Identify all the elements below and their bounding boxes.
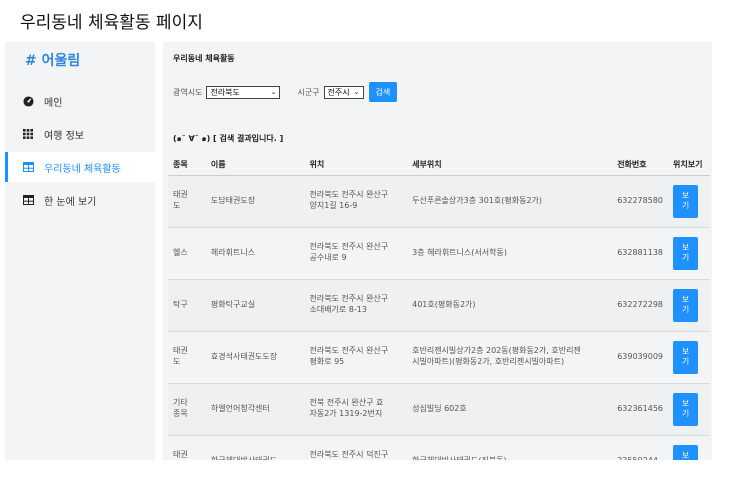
grid-icon bbox=[22, 128, 34, 140]
table-row: 태권 도 도담태권도장 전라북도 전주시 완산구 양지1길 16-9 두산푸른솔상가3… bbox=[168, 175, 710, 228]
column-header: 위치 bbox=[304, 155, 408, 176]
location-cell: 전라북도 전주시 덕진구 송정이로 47 bbox=[304, 435, 408, 460]
view-location-button[interactable]: 보 기 bbox=[673, 444, 698, 460]
facility-name-cell: 효경석사태권도도장 bbox=[205, 331, 305, 384]
main-panel: 우리동네 체육활동 광역시도 전라북도 ⌄ 시군구 전주시 ⌄ 검색 (๑˘ ∀… bbox=[163, 42, 712, 460]
sport-type-cell: 태권 도 bbox=[168, 331, 206, 384]
view-location-cell: 보 기 bbox=[668, 227, 710, 280]
table-row: 태권 도 효경석사태권도도장 전라북도 전주시 완산구 평화로 95 호반리젠시빌상가… bbox=[168, 331, 710, 384]
detail-location-cell: 한국체대박사태권도(진북동) bbox=[407, 435, 613, 460]
sport-type-cell: 헬스 bbox=[168, 227, 206, 280]
view-location-button[interactable]: 보 기 bbox=[673, 236, 698, 270]
facility-name-cell: 헤라휘트니스 bbox=[205, 227, 305, 280]
location-cell: 전라북도 전주시 완산구 공수내로 9 bbox=[304, 227, 408, 280]
detail-location-cell: 401호(평화동2가) bbox=[407, 279, 613, 332]
sport-type-cell: 기타 종목 bbox=[168, 383, 206, 436]
facility-name-cell: 한국체대박사태권도 bbox=[205, 435, 305, 460]
search-button[interactable]: 검색 bbox=[368, 82, 398, 102]
phone-cell: 639039009 bbox=[612, 331, 668, 384]
sport-type-cell: 탁구 bbox=[168, 279, 206, 332]
province-value: 전라북도 bbox=[210, 87, 240, 97]
table-row: 탁구 평화탁구교실 전라북도 전주시 완산구 소대배기로 8-13 401호(평화동2… bbox=[168, 279, 710, 332]
province-select[interactable]: 전라북도 ⌄ bbox=[206, 85, 281, 99]
sidebar-item-overview[interactable]: 한 눈에 보기 bbox=[5, 185, 155, 215]
sport-type-cell: 태권 도 bbox=[168, 435, 206, 460]
location-cell: 전라북도 전주시 완산구 양지1길 16-9 bbox=[304, 175, 408, 228]
phone-cell: 632881138 bbox=[612, 227, 668, 280]
brand-logo[interactable]: # 어울림 bbox=[25, 50, 80, 70]
page-title: 우리동네 체육활동 페이지 bbox=[20, 13, 203, 33]
sidebar-item-label: 우리동네 체육활동 bbox=[44, 163, 121, 175]
facility-name-cell: 평화탁구교실 bbox=[205, 279, 305, 332]
table-icon bbox=[22, 194, 34, 206]
detail-location-cell: 3층 헤라휘트니스(서서학동) bbox=[407, 227, 613, 280]
city-select[interactable]: 전주시 ⌄ bbox=[323, 85, 364, 99]
chevron-down-icon: ⌄ bbox=[270, 88, 277, 96]
section-title: 우리동네 체육활동 bbox=[173, 54, 235, 63]
sidebar-item-sports[interactable]: 우리동네 체육활동 bbox=[5, 152, 155, 182]
sidebar-item-travel[interactable]: 여행 정보 bbox=[5, 119, 155, 149]
results-table: 종목 이름 위치 세부위치 전화번호 위치보기 태권 도 도담태권도장 전라북도 전… bbox=[168, 155, 710, 460]
column-header: 이름 bbox=[205, 155, 305, 176]
view-location-button[interactable]: 보 기 bbox=[673, 392, 698, 426]
location-cell: 전라북도 전주시 완산구 평화로 95 bbox=[304, 331, 408, 384]
sidebar-item-label: 여행 정보 bbox=[44, 130, 84, 142]
column-header: 세부위치 bbox=[407, 155, 613, 176]
view-location-button[interactable]: 보 기 bbox=[673, 288, 698, 322]
city-label: 시군구 bbox=[297, 87, 320, 97]
facility-name-cell: 하엘언어청각센터 bbox=[205, 383, 305, 436]
location-cell: 전라북도 전주시 완산구 소대배기로 8-13 bbox=[304, 279, 408, 332]
view-location-cell: 보 기 bbox=[668, 383, 710, 436]
phone-cell: 632361456 bbox=[612, 383, 668, 436]
result-text: (๑˘ ∀˘ ๑) [ 검색 결과입니다. ] bbox=[173, 134, 284, 143]
phone-cell: 632272298 bbox=[612, 279, 668, 332]
table-icon bbox=[22, 161, 34, 173]
column-header: 전화번호 bbox=[612, 155, 668, 176]
table-row: 헬스 헤라휘트니스 전라북도 전주시 완산구 공수내로 9 3층 헤라휘트니스(서서학… bbox=[168, 227, 710, 280]
detail-location-cell: 호반리젠시빌상가2층 202동(평화동2가, 호반리젠 시빌아파트)(평화동2가… bbox=[407, 331, 613, 384]
view-location-cell: 보 기 bbox=[668, 331, 710, 384]
table-row: 태권 도한국체대박사태권도전라북도 전주시 덕진구 송정이로 47한국체대박사태… bbox=[168, 435, 710, 460]
view-location-cell: 보 기 bbox=[668, 279, 710, 332]
city-value: 전주시 bbox=[327, 87, 350, 97]
detail-location-cell: 성심빌딩 602호 bbox=[407, 383, 613, 436]
table-row: 기타 종목 하엘언어청각센터 전북 전주시 완산구 효 자동2가 1319-2번지 성… bbox=[168, 383, 710, 436]
sidebar: # 어울림 메인 여행 정보 우리동네 체육활동 한 눈에 보기 bbox=[5, 42, 155, 460]
search-filter: 광역시도 전라북도 ⌄ 시군구 전주시 ⌄ 검색 bbox=[173, 82, 398, 102]
chevron-down-icon: ⌄ bbox=[353, 88, 360, 96]
column-header: 종목 bbox=[168, 155, 206, 176]
sidebar-item-main[interactable]: 메인 bbox=[5, 86, 155, 116]
view-location-cell: 보 기 bbox=[668, 435, 710, 460]
location-cell: 전북 전주시 완산구 효 자동2가 1319-2번지 bbox=[304, 383, 408, 436]
view-location-button[interactable]: 보 기 bbox=[673, 340, 698, 374]
phone-cell: 632278580 bbox=[612, 175, 668, 228]
view-location-cell: 보 기 bbox=[668, 175, 710, 228]
facility-name-cell: 도담태권도장 bbox=[205, 175, 305, 228]
column-header: 위치보기 bbox=[668, 155, 710, 176]
dashboard-icon bbox=[22, 95, 34, 107]
detail-location-cell: 두산푸른솔상가3층 301호(평화동2가) bbox=[407, 175, 613, 228]
sport-type-cell: 태권 도 bbox=[168, 175, 206, 228]
sidebar-item-label: 한 눈에 보기 bbox=[44, 196, 97, 208]
view-location-button[interactable]: 보 기 bbox=[673, 184, 698, 218]
phone-cell: 22550244 bbox=[612, 435, 668, 460]
sidebar-item-label: 메인 bbox=[44, 97, 63, 109]
province-label: 광역시도 bbox=[173, 87, 203, 97]
